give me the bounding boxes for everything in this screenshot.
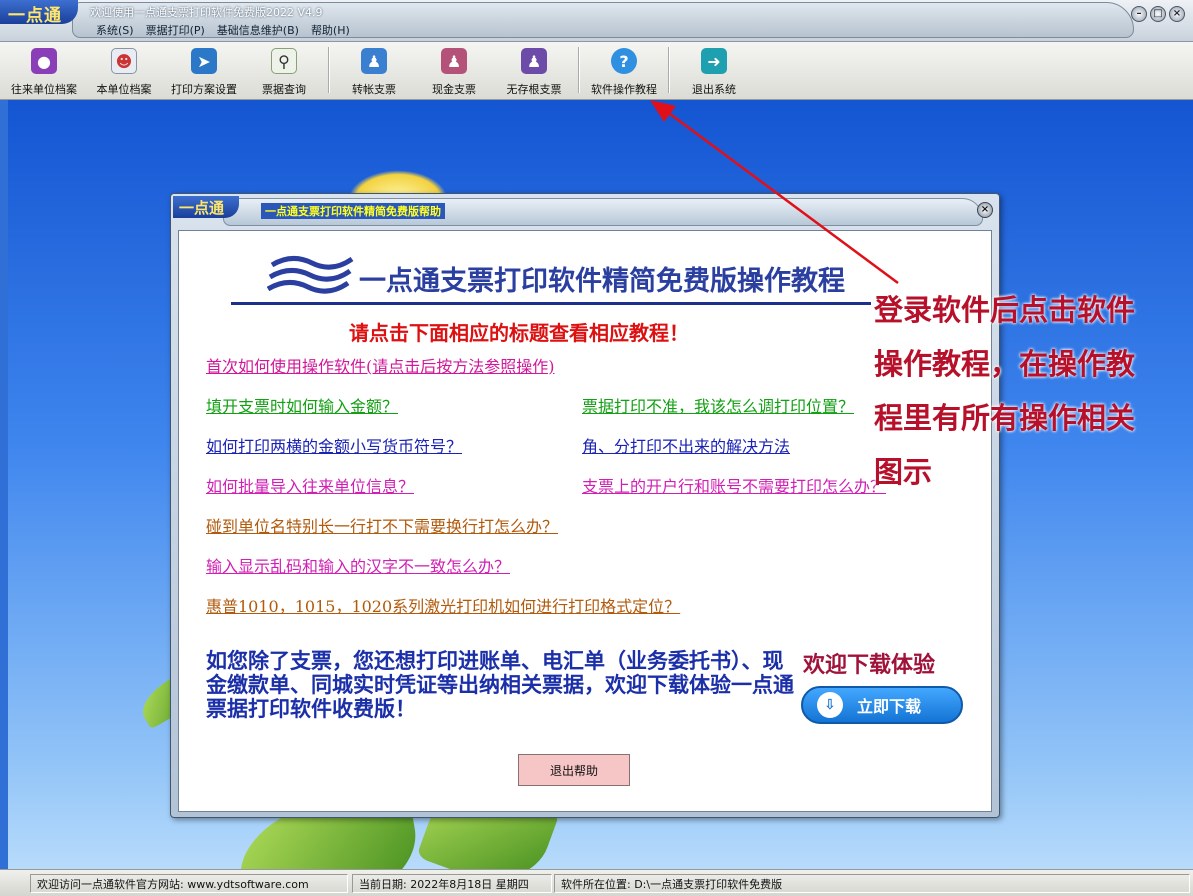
company-card-icon: ☻ [111, 48, 137, 74]
exit-icon: ➜ [701, 48, 727, 74]
minimize-icon[interactable]: – [1131, 6, 1147, 22]
toolbar-separator [668, 47, 670, 93]
toolbar-label: 往来单位档案 [11, 83, 77, 96]
status-date: 当前日期: 2022年8月18日 星期四 [352, 874, 552, 893]
download-button[interactable]: ⇩ 立即下载 [801, 686, 963, 724]
tutorial-heading: 一点通支票打印软件精简免费版操作教程 [359, 266, 845, 297]
link-garbled-input[interactable]: 输入显示乱码和输入的汉字不一致怎么办？ [206, 553, 510, 577]
dialog-title-bar: 一点通 一点通支票打印软件精简免费版帮助 × [171, 194, 999, 230]
link-input-amount[interactable]: 填开支票时如何输入金额？ [206, 393, 398, 417]
close-icon[interactable]: × [1169, 6, 1185, 22]
print-settings-icon: ➤ [191, 48, 217, 74]
dialog-body: 一点通支票打印软件精简免费版操作教程 请点击下面相应的标题查看相应教程！ 首次如… [178, 230, 992, 812]
link-adjust-print-position[interactable]: 票据打印不准，我该怎么调打印位置？ [582, 393, 854, 417]
download-button-label: 立即下载 [857, 697, 922, 716]
menu-print[interactable]: 票据打印(P) [146, 22, 205, 38]
user-cash-icon: ♟ [441, 48, 467, 74]
help-icon: ? [611, 48, 637, 74]
search-document-icon: ⚲ [271, 48, 297, 74]
toolbar-separator [328, 47, 330, 93]
toolbar-label: 现金支票 [432, 83, 476, 96]
toolbar-nostub-check-button[interactable]: ♟ 无存根支票 [494, 42, 574, 98]
toolbar-label: 转帐支票 [352, 83, 396, 96]
dialog-title: 一点通支票打印软件精简免费版帮助 [261, 203, 445, 219]
toolbar-label: 本单位档案 [96, 83, 152, 96]
menu-basic-info[interactable]: 基础信息维护(B) [217, 22, 299, 38]
welcome-download-text: 欢迎下载体验 [803, 653, 936, 678]
toolbar-label: 软件操作教程 [591, 83, 657, 96]
maximize-icon[interactable]: □ [1150, 6, 1166, 22]
link-hp-printer-format[interactable]: 惠普1010，1015，1020系列激光打印机如何进行打印格式定位？ [206, 593, 680, 617]
window-title: 欢迎使用一点通支票打印软件免费版2022 V4.9 [90, 6, 323, 19]
toolbar-label: 打印方案设置 [171, 83, 237, 96]
toolbar-contacts-archive-button[interactable]: ● 往来单位档案 [4, 42, 84, 98]
app-logo: 一点通 [0, 0, 78, 24]
status-website: 欢迎访问一点通软件官方网站: www.ydtsoftware.com [30, 874, 348, 893]
toolbar-company-archive-button[interactable]: ☻ 本单位档案 [84, 42, 164, 98]
toolbar-label: 无存根支票 [506, 83, 562, 96]
toolbar-separator [578, 47, 580, 93]
user-nostub-icon: ♟ [521, 48, 547, 74]
waves-logo-icon [267, 256, 354, 294]
link-skip-bank-account[interactable]: 支票上的开户行和账号不需要打印怎么办？ [582, 473, 886, 497]
link-long-company-name[interactable]: 碰到单位名特别长一行打不下需要换行打怎么办？ [206, 513, 558, 537]
status-location: 软件所在位置: D:\一点通支票打印软件免费版 [554, 874, 1190, 893]
link-batch-import[interactable]: 如何批量导入往来单位信息？ [206, 473, 414, 497]
toolbar-transfer-check-button[interactable]: ♟ 转帐支票 [334, 42, 414, 98]
toolbar: ● 往来单位档案 ☻ 本单位档案 ➤ 打印方案设置 ⚲ 票据查询 ♟ 转帐支票 … [0, 42, 1193, 100]
user-transfer-icon: ♟ [361, 48, 387, 74]
toolbar-label: 票据查询 [262, 83, 306, 96]
exit-help-button[interactable]: 退出帮助 [518, 754, 630, 786]
toolbar-print-settings-button[interactable]: ➤ 打印方案设置 [164, 42, 244, 98]
toolbar-ticket-query-button[interactable]: ⚲ 票据查询 [244, 42, 324, 98]
title-bar: 一点通 欢迎使用一点通支票打印软件免费版2022 V4.9 系统(S) 票据打印… [0, 0, 1193, 42]
contacts-archive-icon: ● [31, 48, 57, 74]
dialog-close-icon[interactable]: × [977, 202, 993, 218]
heading-divider [231, 302, 871, 305]
toolbar-cash-check-button[interactable]: ♟ 现金支票 [414, 42, 494, 98]
dialog-logo-text: 一点通 [179, 199, 225, 217]
toolbar-exit-button[interactable]: ➜ 退出系统 [674, 42, 754, 98]
promo-text: 如您除了支票，您还想打印进账单、电汇单（业务委托书）、现金缴款单、同城实时凭证等… [206, 648, 794, 721]
tutorial-subtitle: 请点击下面相应的标题查看相应教程！ [349, 321, 689, 345]
status-bar: 欢迎访问一点通软件官方网站: www.ydtsoftware.com 当前日期:… [0, 869, 1193, 896]
link-jiao-fen-fix[interactable]: 角、分打印不出来的解决方法 [582, 433, 790, 457]
menu-system[interactable]: 系统(S) [96, 22, 134, 38]
menu-bar: 系统(S) 票据打印(P) 基础信息维护(B) 帮助(H) [96, 22, 350, 38]
link-currency-symbol[interactable]: 如何打印两横的金额小写货币符号？ [206, 433, 462, 457]
link-first-use[interactable]: 首次如何使用操作软件(请点击后按方法参照操作) [206, 353, 555, 377]
toolbar-tutorial-button[interactable]: ? 软件操作教程 [584, 42, 664, 98]
annotation-text: 登录软件后点击软件操作教程，在操作教程里有所有操作相关图示 [874, 293, 1136, 489]
app-logo-text: 一点通 [8, 6, 62, 24]
menu-help[interactable]: 帮助(H) [311, 22, 350, 38]
window-controls: – □ × [1131, 6, 1185, 22]
dialog-logo: 一点通 [173, 196, 239, 218]
toolbar-label: 退出系统 [692, 83, 736, 96]
download-arrow-icon: ⇩ [817, 692, 843, 718]
